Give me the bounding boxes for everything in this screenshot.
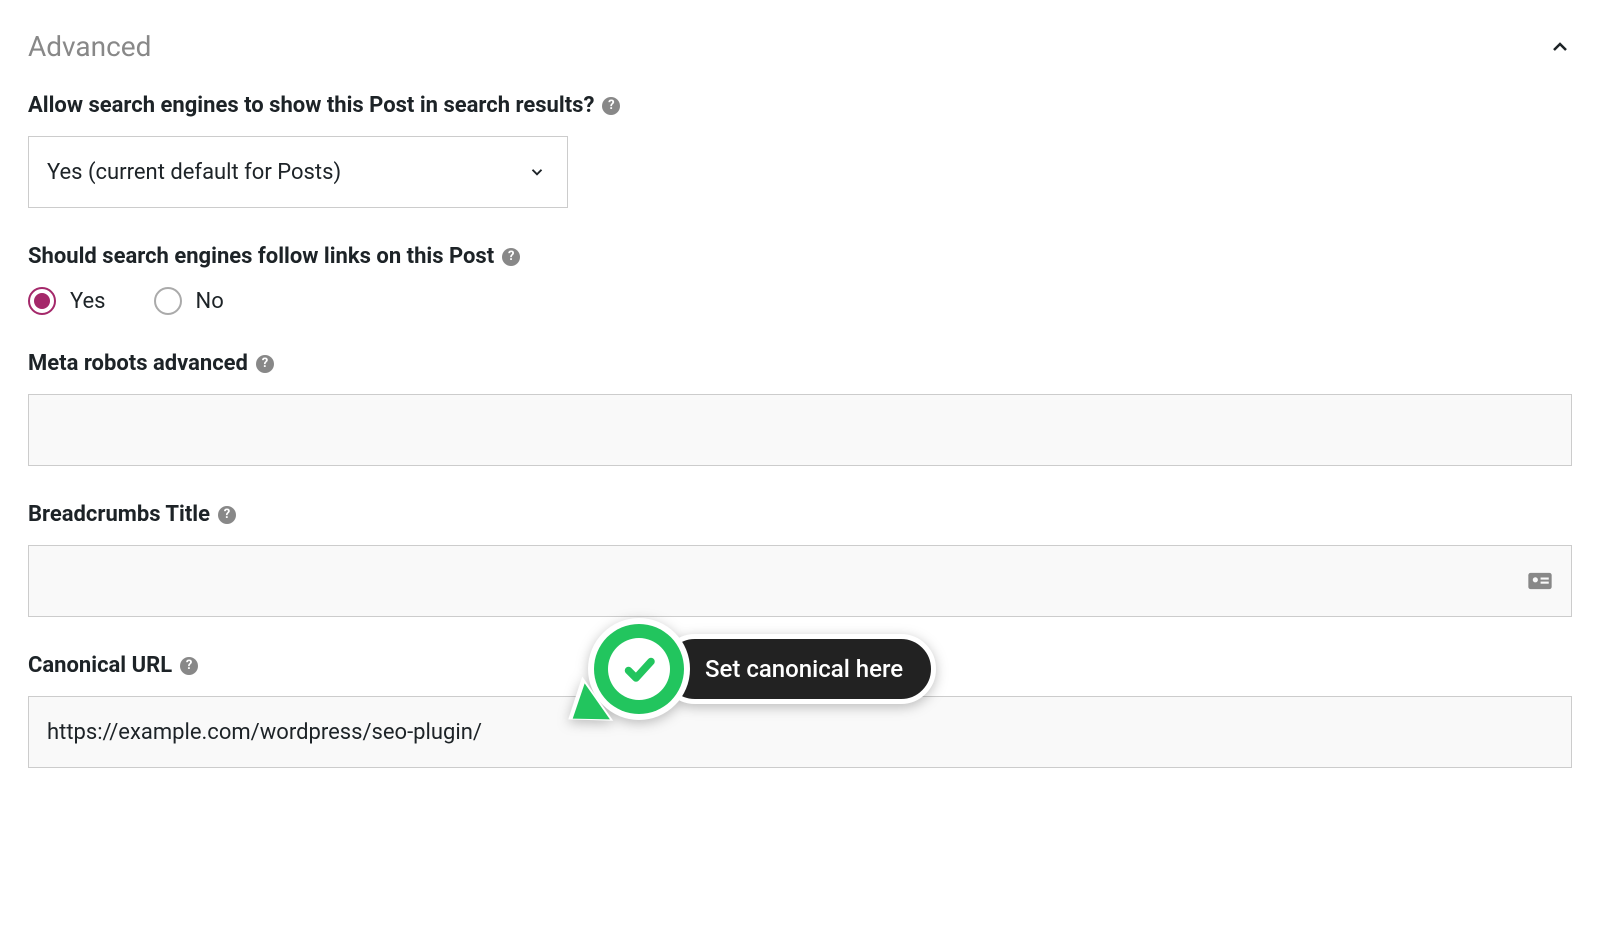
allow-search-select-value: Yes (current default for Posts) bbox=[47, 160, 341, 185]
radio-yes-label: Yes bbox=[70, 289, 106, 314]
callout-text: Set canonical here bbox=[660, 634, 936, 704]
allow-search-label: Allow search engines to show this Post i… bbox=[28, 93, 620, 118]
canonical-label: Canonical URL ? bbox=[28, 653, 198, 678]
breadcrumbs-input-wrapper bbox=[28, 545, 1572, 617]
meta-robots-label: Meta robots advanced ? bbox=[28, 351, 274, 376]
breadcrumbs-field: Breadcrumbs Title ? bbox=[28, 502, 1572, 617]
help-icon[interactable]: ? bbox=[218, 506, 236, 524]
meta-robots-label-text: Meta robots advanced bbox=[28, 351, 248, 376]
panel-title: Advanced bbox=[28, 30, 151, 63]
radio-no[interactable]: No bbox=[154, 287, 224, 315]
help-icon[interactable]: ? bbox=[180, 657, 198, 675]
breadcrumbs-label: Breadcrumbs Title ? bbox=[28, 502, 236, 527]
breadcrumbs-label-text: Breadcrumbs Title bbox=[28, 502, 210, 527]
allow-search-label-text: Allow search engines to show this Post i… bbox=[28, 93, 594, 118]
allow-search-select-wrapper: Yes (current default for Posts) bbox=[28, 136, 568, 208]
canonical-label-text: Canonical URL bbox=[28, 653, 172, 678]
check-icon bbox=[621, 651, 657, 687]
follow-links-label-text: Should search engines follow links on th… bbox=[28, 244, 494, 269]
meta-robots-input[interactable] bbox=[28, 394, 1572, 466]
follow-links-radio-group: Yes No bbox=[28, 287, 1572, 315]
help-icon[interactable]: ? bbox=[602, 97, 620, 115]
follow-links-field: Should search engines follow links on th… bbox=[28, 244, 1572, 315]
radio-no-circle bbox=[154, 287, 182, 315]
radio-no-label: No bbox=[196, 289, 224, 314]
allow-search-select[interactable]: Yes (current default for Posts) bbox=[28, 136, 568, 208]
help-icon[interactable]: ? bbox=[256, 355, 274, 373]
meta-robots-field: Meta robots advanced ? bbox=[28, 351, 1572, 466]
callout-badge: Set canonical here bbox=[588, 618, 936, 720]
radio-yes[interactable]: Yes bbox=[28, 287, 106, 315]
panel-header: Advanced bbox=[28, 30, 1572, 63]
callout-circle bbox=[588, 618, 690, 720]
allow-search-field: Allow search engines to show this Post i… bbox=[28, 93, 1572, 208]
help-icon[interactable]: ? bbox=[502, 248, 520, 266]
canonical-input-section: Set canonical here bbox=[28, 696, 1572, 768]
follow-links-label: Should search engines follow links on th… bbox=[28, 244, 520, 269]
chevron-up-icon[interactable] bbox=[1548, 35, 1572, 59]
breadcrumbs-input[interactable] bbox=[28, 545, 1572, 617]
canonical-field: Canonical URL ? Set canonical here bbox=[28, 653, 1572, 768]
radio-yes-circle bbox=[28, 287, 56, 315]
